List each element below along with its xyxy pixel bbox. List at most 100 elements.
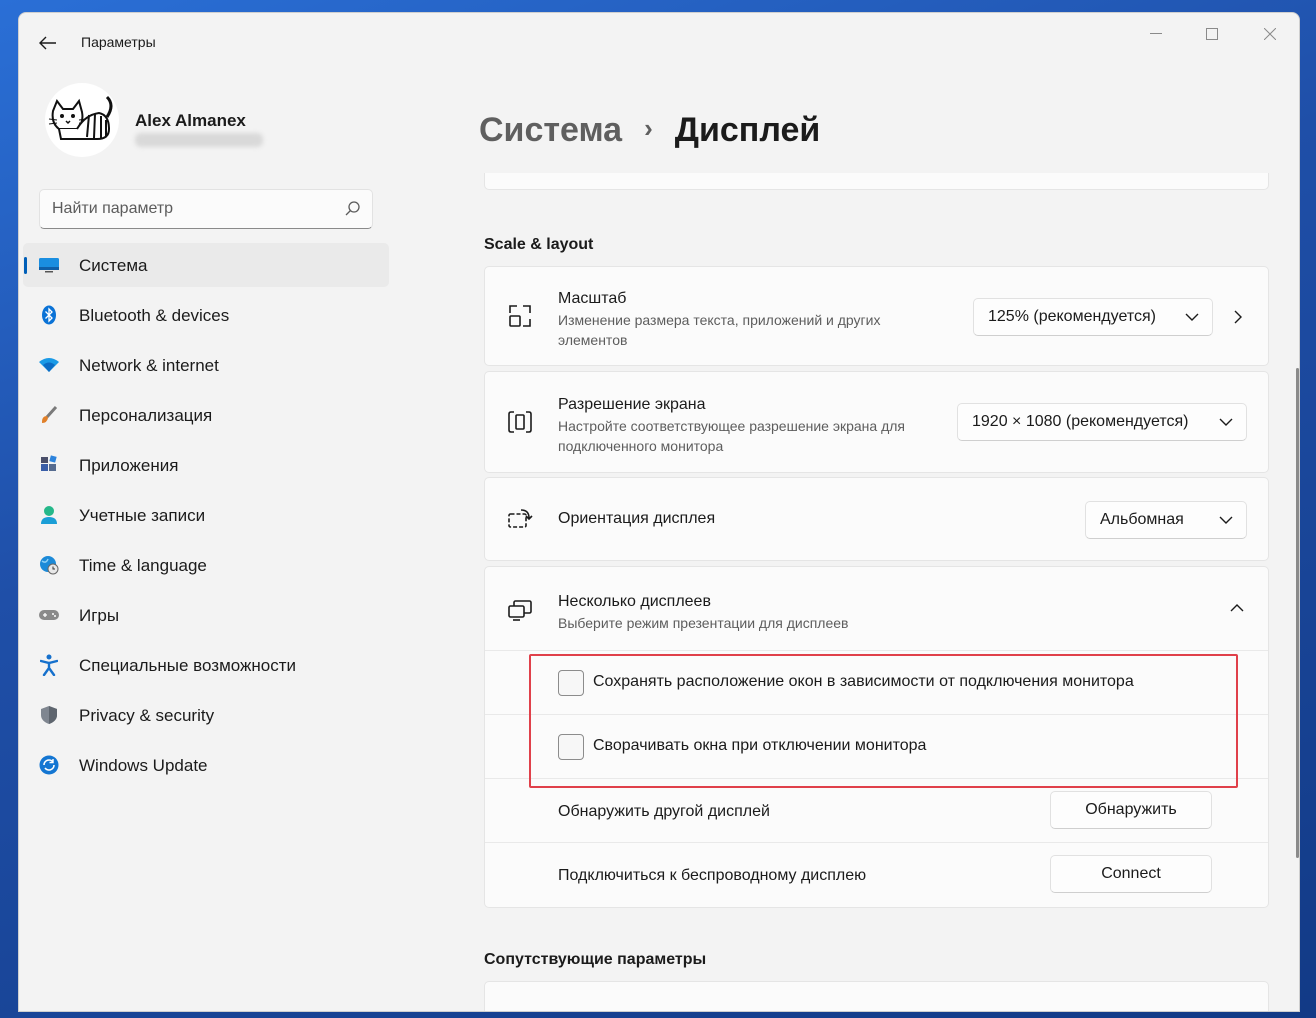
- section-title-scale-layout: Scale & layout: [484, 236, 594, 253]
- app-title: Параметры: [81, 34, 156, 50]
- sidebar-item-apps[interactable]: Приложения: [23, 443, 389, 487]
- orientation-title: Ориентация дисплея: [558, 510, 716, 527]
- resolution-card: Разрешение экрана Настройте соответствую…: [484, 371, 1269, 473]
- sidebar-item-accessibility[interactable]: Специальные возможности: [23, 643, 389, 687]
- resolution-title: Разрешение экрана: [558, 396, 706, 413]
- sidebar-item-label: Privacy & security: [79, 706, 215, 725]
- detect-display-label: Обнаружить другой дисплей: [558, 803, 770, 820]
- title-bar: Параметры: [19, 13, 1299, 73]
- display-icon: [38, 255, 60, 275]
- sidebar-item-gaming[interactable]: Игры: [23, 593, 389, 637]
- sidebar-item-label: Система: [79, 256, 148, 275]
- close-icon: [1264, 28, 1276, 40]
- close-button[interactable]: [1247, 19, 1293, 49]
- sidebar-item-privacy[interactable]: Privacy & security: [23, 693, 389, 737]
- remember-window-locations-label[interactable]: Сохранять расположение окон в зависимост…: [593, 673, 1134, 691]
- sidebar-item-label: Bluetooth & devices: [79, 306, 230, 325]
- multiple-displays-icon: [508, 600, 532, 621]
- chevron-right-icon[interactable]: [1231, 309, 1245, 325]
- search-icon[interactable]: [344, 200, 362, 218]
- previous-card-clipped: [484, 173, 1269, 190]
- person-icon: [38, 505, 60, 525]
- maximize-button[interactable]: [1189, 19, 1235, 49]
- sidebar-item-label: Персонализация: [79, 406, 213, 425]
- sidebar-item-network[interactable]: Network & internet: [23, 343, 389, 387]
- sidebar-item-label: Time & language: [79, 556, 207, 575]
- bluetooth-icon: [38, 305, 60, 325]
- breadcrumb-parent[interactable]: Система: [479, 111, 622, 149]
- resolution-description-line2: подключенного монитора: [558, 438, 724, 454]
- resolution-dropdown[interactable]: 1920 × 1080 (рекомендуется): [957, 403, 1247, 441]
- divider: [485, 714, 1268, 715]
- sidebar-nav: Система Bluetooth & devices Network & in…: [23, 243, 389, 793]
- apps-icon: [38, 455, 60, 475]
- accessibility-icon: [38, 654, 60, 676]
- divider: [485, 842, 1268, 843]
- scale-description-line1: Изменение размера текста, приложений и д…: [558, 312, 881, 328]
- scale-dropdown-value: 125% (рекомендуется): [988, 308, 1156, 325]
- chevron-down-icon: [1219, 516, 1233, 524]
- back-button[interactable]: [33, 31, 63, 55]
- chevron-down-icon: [1185, 313, 1199, 321]
- user-profile[interactable]: Alex Almanex: [45, 83, 385, 163]
- remember-window-locations-checkbox[interactable]: [558, 670, 584, 696]
- page-title: Дисплей: [674, 111, 821, 149]
- scale-card[interactable]: Масштаб Изменение размера текста, прилож…: [484, 266, 1269, 366]
- orientation-dropdown-value: Альбомная: [1100, 511, 1184, 528]
- section-title-related-settings: Сопутствующие параметры: [484, 951, 707, 968]
- multiple-displays-title: Несколько дисплеев: [558, 593, 711, 610]
- scale-dropdown[interactable]: 125% (рекомендуется): [973, 298, 1213, 336]
- scrollbar[interactable]: [1296, 368, 1299, 858]
- settings-window: Параметры Alex Almanex Найти параметр Си…: [18, 12, 1300, 1012]
- minimize-icon: [1150, 33, 1162, 34]
- search-box[interactable]: [39, 189, 373, 229]
- globe-clock-icon: [38, 555, 60, 575]
- sidebar-item-label: Windows Update: [79, 756, 208, 775]
- sidebar-item-label: Игры: [79, 606, 120, 625]
- scale-icon: [509, 305, 531, 327]
- orientation-card: Ориентация дисплея Альбомная: [484, 477, 1269, 561]
- divider: [485, 650, 1268, 651]
- minimize-windows-checkbox[interactable]: [558, 734, 584, 760]
- resolution-icon: [508, 411, 532, 433]
- sidebar-item-label: Network & internet: [79, 356, 219, 375]
- sidebar-item-label: Учетные записи: [79, 506, 206, 525]
- breadcrumb: Система › Дисплей: [479, 111, 820, 150]
- scale-description-line2: элементов: [558, 332, 628, 348]
- related-settings-card-clipped[interactable]: [484, 981, 1269, 1011]
- minimize-button[interactable]: [1133, 19, 1179, 49]
- maximize-icon: [1206, 28, 1218, 40]
- sidebar-item-label: Приложения: [79, 456, 179, 475]
- detect-button[interactable]: Обнаружить: [1050, 791, 1212, 829]
- main-content: Система › Дисплей Scale & layout Масштаб И…: [399, 73, 1299, 1011]
- update-icon: [38, 755, 60, 775]
- brush-icon: [38, 405, 60, 425]
- orientation-dropdown[interactable]: Альбомная: [1085, 501, 1247, 539]
- avatar: [45, 83, 119, 157]
- active-indicator: [24, 257, 27, 274]
- divider: [485, 778, 1268, 779]
- scale-title: Масштаб: [558, 290, 627, 307]
- search-input[interactable]: [52, 190, 332, 228]
- multiple-displays-card: Несколько дисплеев Выберите режим презен…: [484, 566, 1269, 908]
- sidebar-item-personalization[interactable]: Персонализация: [23, 393, 389, 437]
- multiple-displays-description: Выберите режим презентации для дисплеев: [558, 615, 849, 631]
- sidebar-item-system[interactable]: Система: [23, 243, 389, 287]
- back-arrow-icon: [39, 36, 56, 50]
- minimize-windows-label[interactable]: Сворачивать окна при отключении монитора: [593, 737, 926, 755]
- shield-icon: [38, 705, 60, 725]
- multiple-displays-header[interactable]: Несколько дисплеев Выберите режим презен…: [485, 567, 1268, 649]
- gamepad-icon: [38, 605, 60, 625]
- wifi-icon: [38, 355, 60, 375]
- connect-button[interactable]: Connect: [1050, 855, 1212, 893]
- sidebar-item-windows-update[interactable]: Windows Update: [23, 743, 389, 787]
- sidebar-item-label: Специальные возможности: [79, 656, 297, 675]
- sidebar-item-accounts[interactable]: Учетные записи: [23, 493, 389, 537]
- chevron-up-icon[interactable]: [1229, 601, 1245, 613]
- orientation-icon: [508, 509, 533, 528]
- wireless-display-label: Подключиться к беспроводному дисплею: [558, 867, 867, 884]
- sidebar-item-time-language[interactable]: Time & language: [23, 543, 389, 587]
- sidebar-item-bluetooth[interactable]: Bluetooth & devices: [23, 293, 389, 337]
- sidebar: Alex Almanex Система Bluetoo: [19, 73, 399, 1011]
- chevron-down-icon: [1219, 418, 1233, 426]
